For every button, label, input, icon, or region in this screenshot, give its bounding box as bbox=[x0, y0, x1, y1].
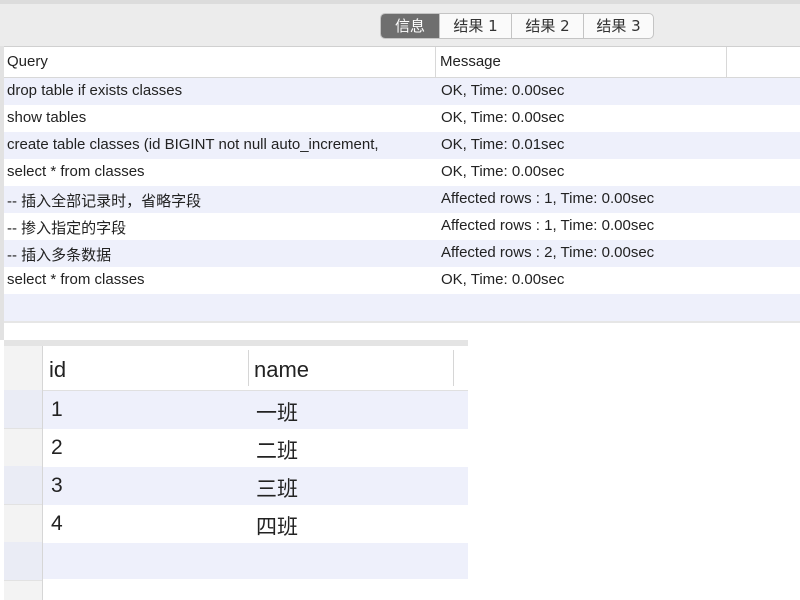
row-header[interactable] bbox=[4, 466, 42, 505]
message-cell: Affected rows : 1, Time: 0.00sec bbox=[441, 217, 655, 234]
query-cell: drop table if exists classes bbox=[7, 82, 183, 99]
column-divider[interactable] bbox=[453, 350, 454, 386]
column-header-query[interactable]: Query bbox=[7, 53, 48, 70]
id-cell[interactable]: 4 bbox=[51, 512, 63, 536]
message-cell: OK, Time: 0.00sec bbox=[441, 271, 565, 288]
message-cell: OK, Time: 0.00sec bbox=[441, 82, 565, 99]
id-cell[interactable]: 1 bbox=[51, 398, 63, 422]
message-cell: OK, Time: 0.00sec bbox=[441, 109, 565, 126]
column-header-name[interactable]: name bbox=[254, 357, 309, 383]
table-row[interactable]: -- 插入全部记录时，省略字段 Affected rows : 1, Time:… bbox=[4, 186, 800, 213]
table-row[interactable]: 3 三班 bbox=[43, 467, 468, 505]
column-header-id[interactable]: id bbox=[49, 357, 66, 383]
row-header[interactable] bbox=[4, 346, 42, 391]
empty-row bbox=[4, 294, 800, 321]
toolbar: 信息 结果 1 结果 2 结果 3 bbox=[0, 0, 800, 46]
table-row[interactable]: show tables OK, Time: 0.00sec bbox=[4, 105, 800, 132]
query-cell: -- 掺入指定的字段 bbox=[7, 220, 127, 237]
message-table: Query Message drop table if exists class… bbox=[4, 46, 800, 321]
top-border bbox=[0, 0, 800, 4]
table-row[interactable]: 2 二班 bbox=[43, 429, 468, 467]
name-cell[interactable]: 二班 bbox=[256, 435, 298, 465]
message-cell: Affected rows : 1, Time: 0.00sec bbox=[441, 190, 655, 207]
query-cell: -- 插入多条数据 bbox=[7, 247, 112, 264]
table-row[interactable]: 4 四班 bbox=[43, 505, 468, 543]
empty-row bbox=[43, 543, 468, 579]
column-divider[interactable] bbox=[248, 350, 249, 386]
table-row[interactable]: -- 掺入指定的字段 Affected rows : 1, Time: 0.00… bbox=[4, 213, 800, 240]
table-row[interactable]: select * from classes OK, Time: 0.00sec bbox=[4, 159, 800, 186]
result-grid-header: id name bbox=[43, 346, 468, 391]
table-row[interactable]: drop table if exists classes OK, Time: 0… bbox=[4, 78, 800, 105]
row-header[interactable] bbox=[4, 542, 42, 581]
id-cell[interactable]: 3 bbox=[51, 474, 63, 498]
result-grid: id name 1 一班 2 二班 3 三班 4 四班 bbox=[4, 340, 468, 600]
message-cell: Affected rows : 2, Time: 0.00sec bbox=[441, 244, 655, 261]
column-header-message[interactable]: Message bbox=[440, 53, 501, 70]
name-cell[interactable]: 四班 bbox=[256, 511, 298, 541]
message-cell: OK, Time: 0.01sec bbox=[441, 136, 565, 153]
table-row[interactable]: select * from classes OK, Time: 0.00sec bbox=[4, 267, 800, 294]
query-cell: select * from classes bbox=[7, 163, 145, 180]
tab-info[interactable]: 信息 bbox=[381, 14, 439, 38]
message-table-header: Query Message bbox=[4, 47, 800, 78]
column-divider[interactable] bbox=[435, 47, 436, 77]
result-tabs: 信息 结果 1 结果 2 结果 3 bbox=[380, 13, 654, 39]
table-row[interactable]: 1 一班 bbox=[43, 391, 468, 429]
message-cell: OK, Time: 0.00sec bbox=[441, 163, 565, 180]
name-cell[interactable]: 三班 bbox=[256, 473, 298, 503]
query-cell: select * from classes bbox=[7, 271, 145, 288]
name-cell[interactable]: 一班 bbox=[256, 397, 298, 427]
row-header[interactable] bbox=[4, 390, 42, 429]
column-divider[interactable] bbox=[726, 47, 727, 77]
query-cell: show tables bbox=[7, 109, 87, 126]
tab-result-2[interactable]: 结果 2 bbox=[511, 14, 583, 38]
tab-result-3[interactable]: 结果 3 bbox=[583, 14, 653, 38]
pane-divider[interactable] bbox=[4, 321, 800, 323]
row-header-gutter bbox=[4, 346, 43, 600]
row-header[interactable] bbox=[4, 504, 42, 543]
tab-result-1[interactable]: 结果 1 bbox=[439, 14, 511, 38]
table-row[interactable]: -- 插入多条数据 Affected rows : 2, Time: 0.00s… bbox=[4, 240, 800, 267]
table-row[interactable]: create table classes (id BIGINT not null… bbox=[4, 132, 800, 159]
query-cell: -- 插入全部记录时，省略字段 bbox=[7, 193, 202, 210]
id-cell[interactable]: 2 bbox=[51, 436, 63, 460]
row-header[interactable] bbox=[4, 428, 42, 467]
query-cell: create table classes (id BIGINT not null… bbox=[7, 136, 379, 153]
